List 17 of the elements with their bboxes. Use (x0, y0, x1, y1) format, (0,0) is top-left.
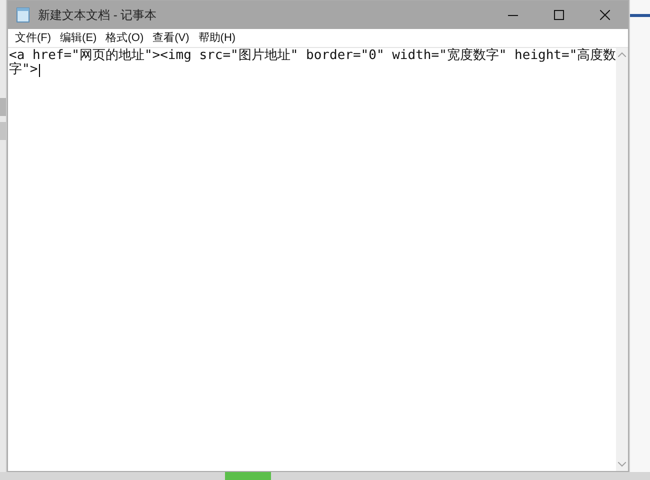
text-line: <a href="网页的地址"><img src="图片地址" border="0" width="宽度数字" height="高度数 (9, 49, 616, 63)
minimize-icon (508, 14, 518, 16)
text-cursor (38, 64, 40, 76)
menu-item[interactable]: 编辑(E) (57, 30, 100, 46)
close-icon (600, 10, 610, 20)
maximize-icon (554, 10, 564, 20)
text-area[interactable]: <a href="网页的地址"><img src="图片地址" border="0" width="宽度数字" height="高度数 字"> (8, 48, 616, 471)
text-line: 字"> (9, 63, 38, 77)
menu-item[interactable]: 查看(V) (150, 30, 192, 46)
notepad-icon (16, 7, 30, 23)
menu-item[interactable]: 格式(O) (102, 30, 147, 46)
window-title: 新建文本文档 - 记事本 (38, 7, 157, 24)
menu-item[interactable]: 文件(F) (12, 30, 54, 46)
scroll-up-icon[interactable] (618, 52, 626, 57)
menu-item[interactable]: 帮助(H) (195, 30, 239, 46)
vertical-scrollbar[interactable] (616, 48, 628, 471)
scroll-down-icon[interactable] (618, 462, 626, 467)
